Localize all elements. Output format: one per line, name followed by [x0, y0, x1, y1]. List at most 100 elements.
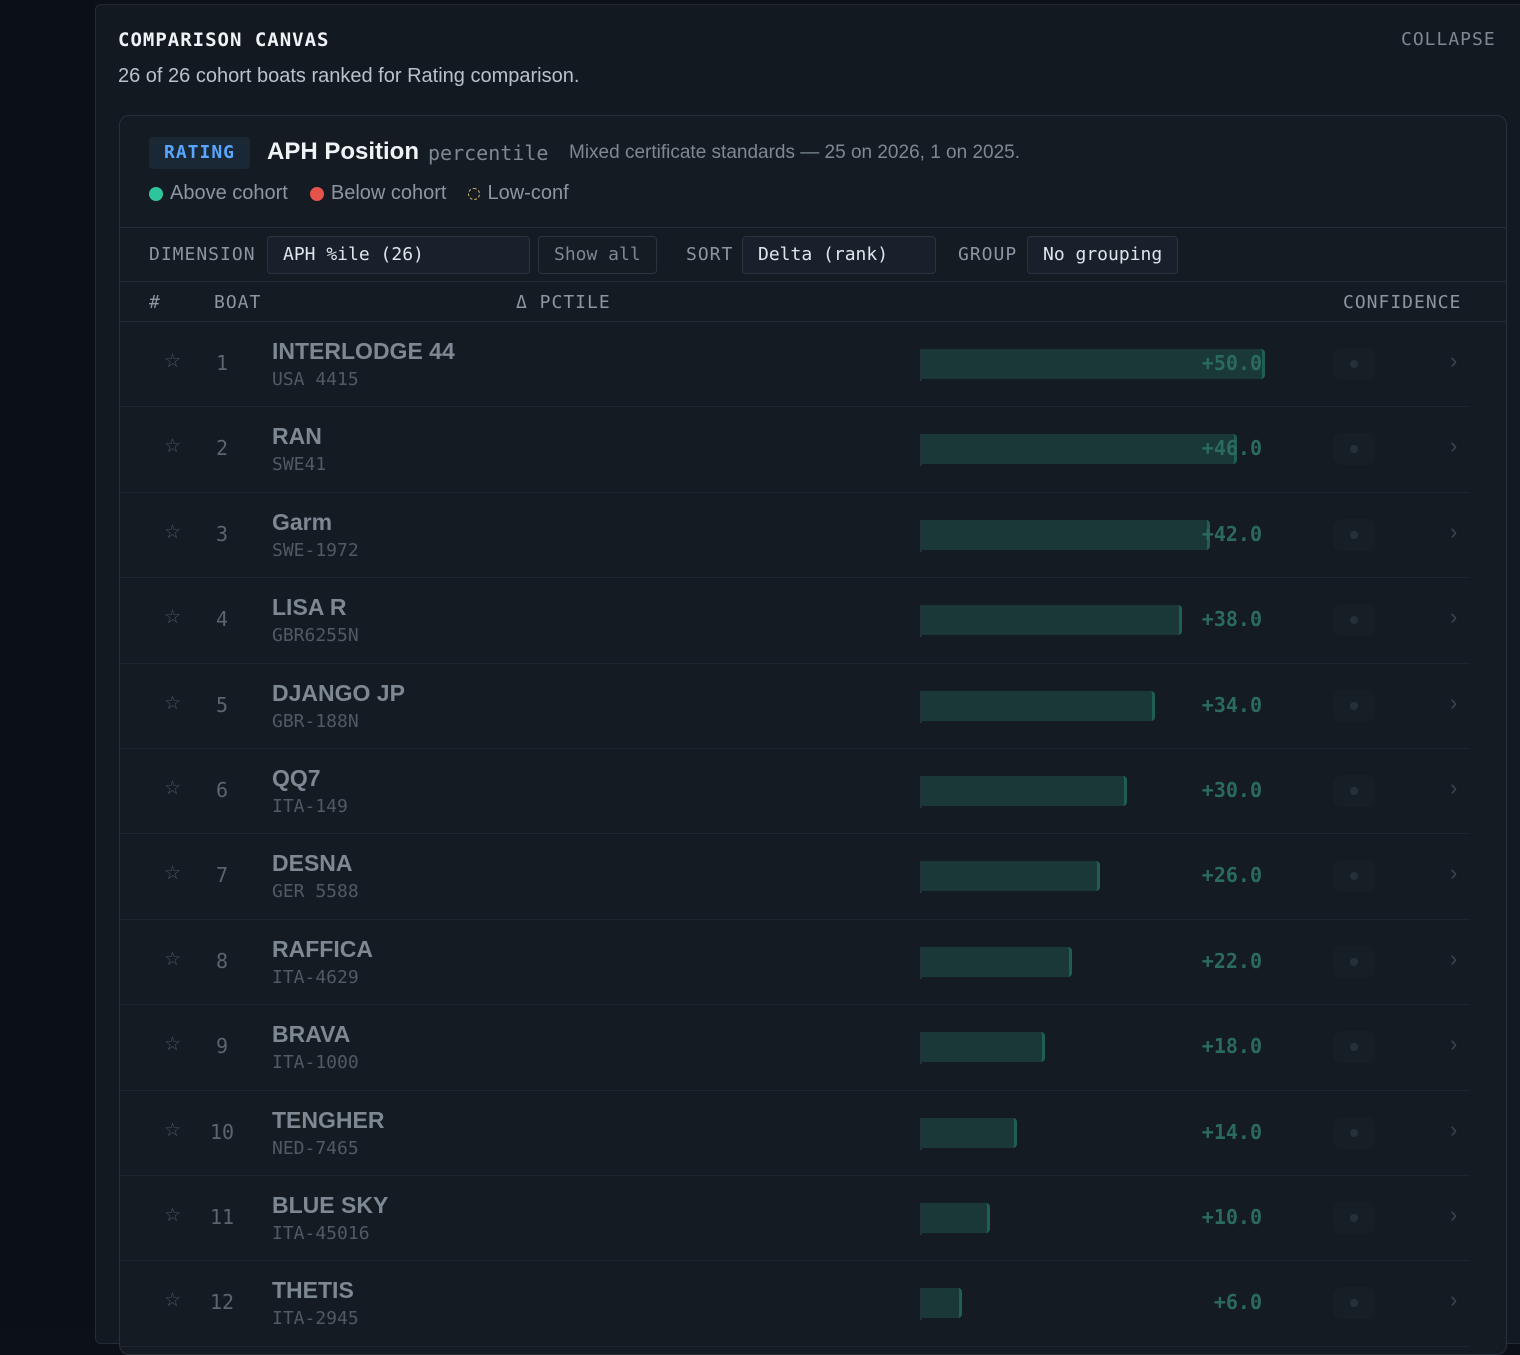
table-row[interactable]: ☆ 11 BLUE SKY ITA-45016 +10.0 ›	[120, 1176, 1470, 1262]
table-row[interactable]: ☆ 4 LISA R GBR6255N +38.0 ›	[120, 578, 1470, 664]
header-confidence[interactable]: CONFIDENCE	[1343, 292, 1461, 313]
star-icon[interactable]: ☆	[164, 435, 181, 458]
row-rank: 1	[215, 351, 229, 375]
boat-sail-number: GBR6255N	[272, 625, 359, 647]
confidence-dot-icon	[1350, 701, 1358, 710]
dimension-label: DIMENSION	[149, 244, 256, 265]
delta-value: +18.0	[1201, 1034, 1262, 1059]
boat-name[interactable]: LISA R	[272, 594, 347, 621]
chevron-right-icon[interactable]: ›	[1450, 1287, 1457, 1313]
above-dot-icon	[149, 186, 163, 201]
boat-sail-number: ITA-1000	[272, 1052, 359, 1074]
metric-unit: percentile	[428, 141, 549, 165]
dimension-select[interactable]: APH %ile (26)	[267, 236, 530, 274]
star-icon[interactable]: ☆	[164, 862, 181, 885]
chevron-right-icon[interactable]: ›	[1450, 860, 1457, 886]
star-icon[interactable]: ☆	[164, 1033, 181, 1056]
legend-low-label: Low-conf	[487, 182, 569, 204]
confidence-indicator	[1333, 689, 1375, 722]
star-icon[interactable]: ☆	[164, 350, 181, 373]
boat-name[interactable]: Garm	[272, 509, 332, 536]
chevron-right-icon[interactable]: ›	[1450, 433, 1457, 459]
legend-above: Above cohort	[149, 182, 288, 205]
chevron-right-icon[interactable]: ›	[1450, 519, 1457, 545]
row-rank: 11	[209, 1204, 235, 1229]
table-row[interactable]: ☆ 6 QQ7 ITA-149 +30.0 ›	[120, 749, 1470, 835]
legend-low-conf: Low-conf	[468, 182, 569, 205]
delta-bar	[921, 605, 1183, 636]
boat-name[interactable]: DJANGO JP	[272, 680, 405, 707]
chevron-right-icon[interactable]: ›	[1450, 690, 1457, 716]
table-row[interactable]: ☆ 10 TENGHER NED-7465 +14.0 ›	[120, 1091, 1470, 1176]
star-icon[interactable]: ☆	[164, 1204, 181, 1227]
confidence-indicator	[1333, 1031, 1375, 1064]
delta-bar	[921, 775, 1128, 806]
star-icon[interactable]: ☆	[164, 606, 181, 629]
delta-bar	[921, 1202, 990, 1233]
boat-name[interactable]: DESNA	[272, 850, 353, 877]
star-icon[interactable]: ☆	[164, 692, 181, 715]
confidence-dot-icon	[1350, 786, 1358, 795]
star-icon[interactable]: ☆	[164, 948, 181, 971]
delta-value: +10.0	[1201, 1204, 1262, 1229]
star-icon[interactable]: ☆	[164, 1289, 181, 1312]
header-delta[interactable]: Δ PCTILE	[516, 292, 611, 313]
table-row[interactable]: ☆ 3 Garm SWE-1972 +42.0 ›	[120, 493, 1470, 579]
boat-name[interactable]: TENGHER	[272, 1107, 384, 1134]
confidence-dot-icon	[1350, 1299, 1358, 1308]
delta-bar	[921, 1032, 1045, 1063]
sort-label: SORT	[686, 244, 734, 265]
confidence-dot-icon	[1350, 1128, 1358, 1137]
chevron-right-icon[interactable]: ›	[1450, 604, 1457, 630]
boat-name[interactable]: INTERLODGE 44	[272, 338, 455, 365]
chevron-right-icon[interactable]: ›	[1450, 775, 1457, 801]
boat-name[interactable]: BLUE SKY	[272, 1192, 388, 1219]
table-row[interactable]: ☆ 2 RAN SWE41 +46.0 ›	[120, 407, 1470, 493]
confidence-indicator	[1333, 518, 1375, 551]
delta-value: +6.0	[1213, 1290, 1262, 1315]
table-row[interactable]: ☆ 12 THETIS ITA-2945 +6.0 ›	[120, 1261, 1470, 1347]
show-all-button[interactable]: Show all	[538, 236, 657, 274]
table-row[interactable]: ☆ 1 INTERLODGE 44 USA 4415 +50.0 ›	[120, 322, 1470, 408]
row-rank: 7	[215, 863, 229, 888]
chevron-right-icon[interactable]: ›	[1450, 1117, 1457, 1143]
table-row[interactable]: ☆ 8 RAFFICA ITA-4629 +22.0 ›	[120, 920, 1470, 1006]
group-select[interactable]: No grouping	[1027, 236, 1179, 274]
table-header: # BOAT Δ PCTILE CONFIDENCE	[120, 282, 1506, 322]
boat-name[interactable]: QQ7	[272, 765, 321, 792]
confidence-indicator	[1333, 774, 1375, 807]
sort-select[interactable]: Delta (rank)	[742, 236, 936, 274]
delta-value: +26.0	[1201, 863, 1262, 888]
rating-badge: RATING	[149, 137, 251, 169]
metric-note: Mixed certificate standards — 25 on 2026…	[569, 142, 1020, 163]
chevron-right-icon[interactable]: ›	[1450, 946, 1457, 972]
boat-name[interactable]: BRAVA	[272, 1021, 350, 1048]
delta-bar	[921, 1117, 1018, 1148]
header-boat[interactable]: BOAT	[214, 292, 261, 313]
star-icon[interactable]: ☆	[164, 777, 181, 800]
card-header: RATING APH Position percentile Mixed cer…	[120, 116, 1506, 228]
confidence-indicator	[1333, 433, 1375, 466]
star-icon[interactable]: ☆	[164, 521, 181, 544]
confidence-indicator	[1333, 860, 1375, 893]
chevron-right-icon[interactable]: ›	[1450, 1202, 1457, 1228]
boat-sail-number: GBR-188N	[272, 710, 359, 732]
boat-sail-number: ITA-2945	[272, 1308, 359, 1330]
boat-name[interactable]: RAN	[272, 423, 322, 450]
row-rank: 10	[209, 1119, 235, 1144]
chevron-right-icon[interactable]: ›	[1450, 348, 1457, 374]
table-row[interactable]: ☆ 9 BRAVA ITA-1000 +18.0 ›	[120, 1005, 1470, 1091]
boat-name[interactable]: RAFFICA	[272, 936, 373, 963]
confidence-dot-icon	[1350, 360, 1358, 368]
confidence-dot-icon	[1350, 1213, 1358, 1222]
confidence-indicator	[1333, 348, 1375, 380]
table-row[interactable]: ☆ 7 DESNA GER 5588 +26.0 ›	[120, 834, 1470, 920]
boat-name[interactable]: THETIS	[272, 1277, 354, 1304]
collapse-button[interactable]: COLLAPSE	[1401, 29, 1496, 50]
star-icon[interactable]: ☆	[164, 1119, 181, 1142]
boat-sail-number: GER 5588	[272, 881, 359, 903]
row-rank: 12	[209, 1290, 235, 1315]
row-rank: 4	[215, 607, 229, 632]
chevron-right-icon[interactable]: ›	[1450, 1031, 1457, 1057]
table-row[interactable]: ☆ 5 DJANGO JP GBR-188N +34.0 ›	[120, 664, 1470, 749]
